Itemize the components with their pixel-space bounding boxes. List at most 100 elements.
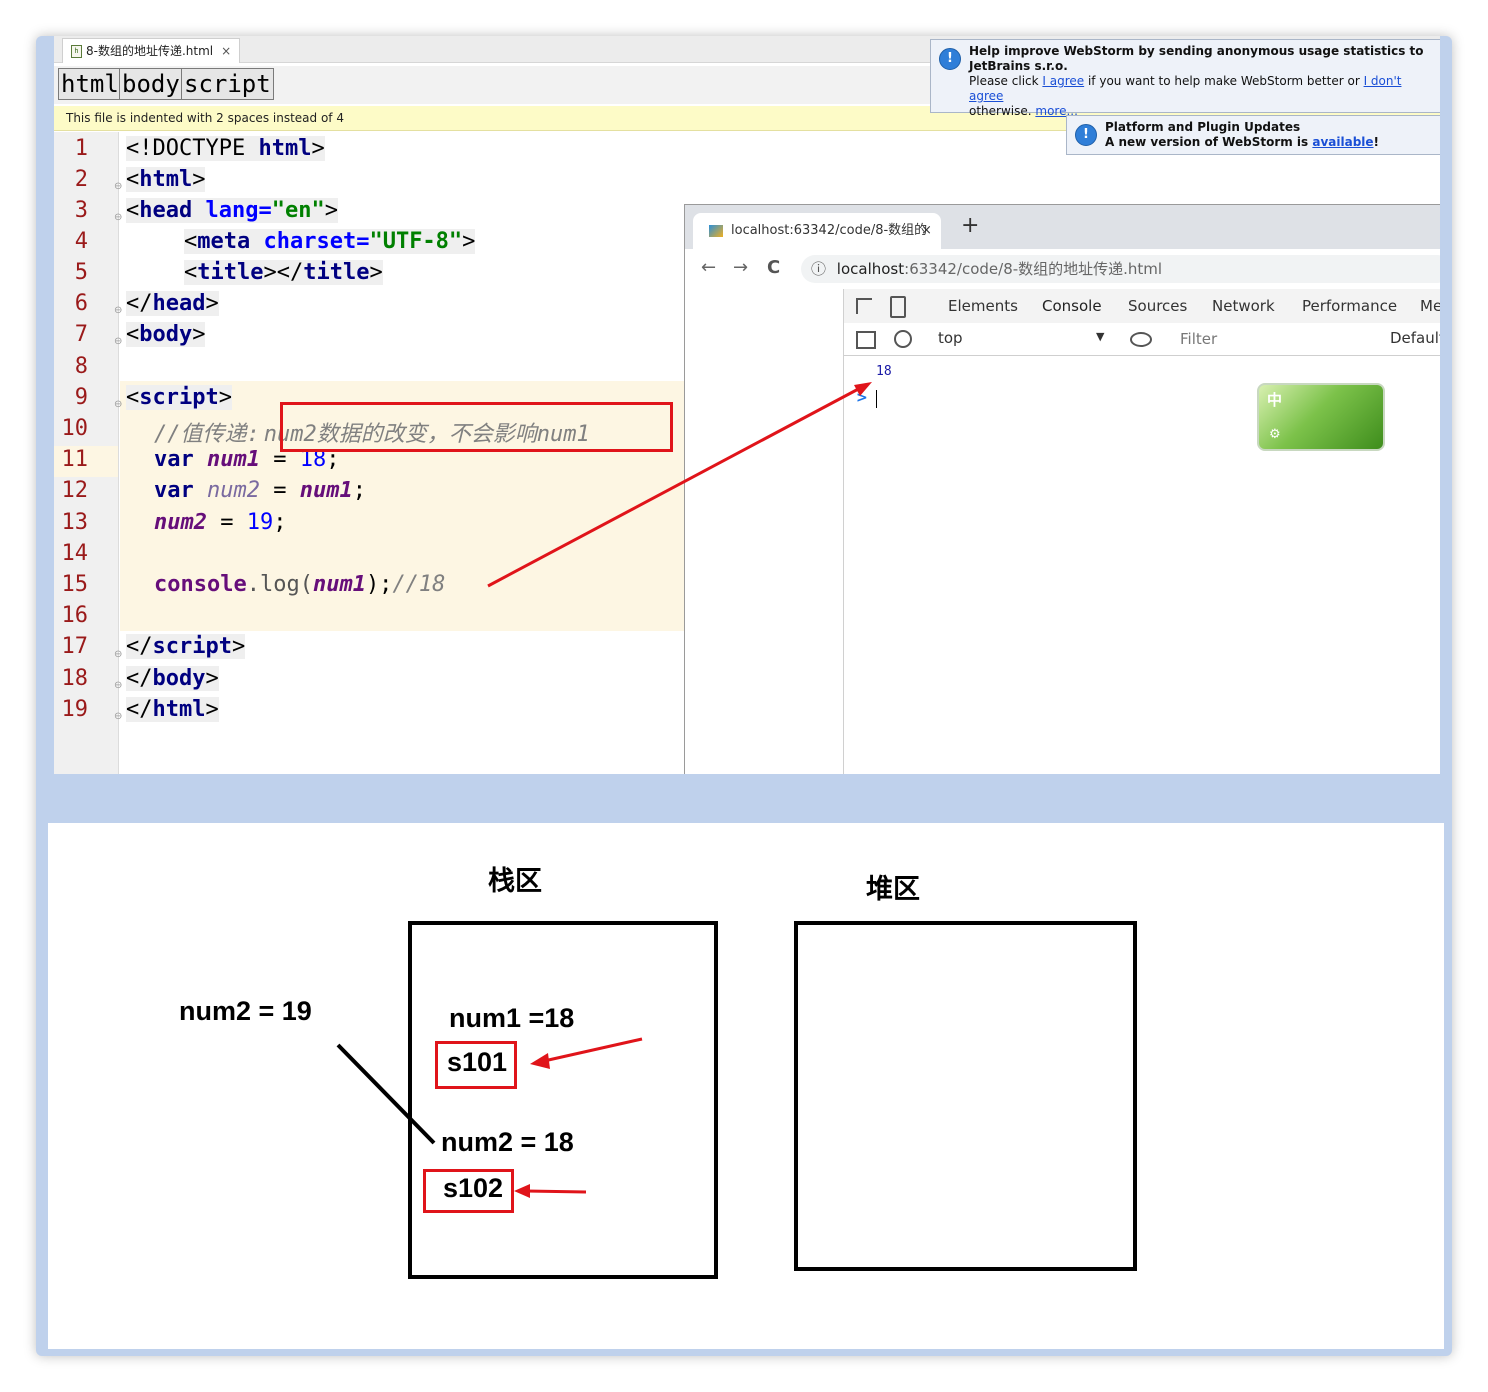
fold-marker-icon[interactable]: ⊖ [114,305,122,316]
indent-notice-text: This file is indented with 2 spaces inst… [66,111,344,125]
address-bar[interactable]: ⓘ localhost:63342/code/8-数组的地址传递.html [801,255,1440,283]
available-link[interactable]: available [1312,135,1373,149]
browser-tab[interactable]: localhost:63342/code/8-数组的 × [693,213,941,249]
agree-link[interactable]: I agree [1042,74,1084,88]
browser-window: localhost:63342/code/8-数组的 × + ← → C ⓘ l… [684,204,1440,774]
editor-file-tab[interactable]: h 8-数组的地址传递.html × [62,38,241,63]
new-tab-button[interactable]: + [961,213,979,238]
breadcrumb-html[interactable]: html [58,68,122,100]
line-number: 18 [61,666,89,691]
sidebar-toggle-icon[interactable] [856,331,876,349]
breadcrumb-script[interactable]: script [181,68,274,100]
fold-marker-icon[interactable]: ⊖ [114,711,122,722]
console-prompt-icon: > [856,390,868,406]
line-number: 6 [74,291,88,316]
close-tab-icon[interactable]: × [921,213,932,249]
console-input[interactable] [876,390,877,408]
url-path: :63342/code/8-数组的地址传递.html [904,260,1163,278]
code-line[interactable]: </body> [126,666,219,691]
chevron-down-icon[interactable]: ▼ [1096,330,1104,343]
console-toolbar: top ▼ Filter Default [844,323,1440,356]
code-line[interactable]: num2 = 19; [154,510,286,535]
forward-arrow-icon[interactable]: → [733,257,748,278]
updates-text: A new version of WebStorm is [1105,135,1313,149]
line-number: 12 [61,478,89,503]
code-line[interactable]: console.log(num1);//18 [154,572,445,597]
inspect-element-icon[interactable] [856,298,872,314]
code-line[interactable]: </head> [126,291,219,316]
line-number: 13 [61,510,89,535]
ide-window: h 8-数组的地址传递.html × html body script This… [54,36,1440,774]
line-number: 14 [61,541,89,566]
reassign-line [336,1043,436,1145]
levels-dropdown[interactable]: Default [1390,329,1440,347]
usage-stats-title: Help improve WebStorm by sending anonymo… [969,44,1424,73]
code-line[interactable]: <meta charset="UTF-8"> [184,229,476,254]
device-toolbar-icon[interactable] [890,296,906,318]
line-number: 7 [74,322,88,347]
console-log-value: 18 [876,364,892,379]
breadcrumb-body[interactable]: body [119,68,183,100]
updates-text: ! [1373,135,1380,149]
fold-marker-icon[interactable]: ⊖ [114,212,122,223]
info-icon[interactable]: ⓘ [811,260,826,278]
clear-console-icon[interactable] [894,330,912,348]
comment-highlight-box [280,402,673,452]
fold-marker-icon[interactable]: ⊖ [114,336,122,347]
address-bar-row: ← → C ⓘ localhost:63342/code/8-数组的地址传递.h… [685,249,1440,290]
code-line[interactable]: <!DOCTYPE html> [126,136,325,161]
window-frame: h 8-数组的地址传递.html × html body script This… [36,36,1452,1356]
usage-stats-notification: ! Help improve WebStorm by sending anony… [930,39,1440,118]
s102-pointer-arrow [525,1189,587,1194]
code-line[interactable]: var num2 = num1; [154,478,366,503]
fold-marker-icon[interactable]: ⊖ [114,399,122,410]
arrowhead-icon [530,1053,550,1069]
code-line[interactable]: </script> [126,634,246,659]
tab-performance[interactable]: Performance [1302,289,1397,323]
fold-marker-icon[interactable]: ⊖ [114,181,122,192]
ime-toolbar[interactable]: 中 ⚙ [1257,383,1385,451]
code-line[interactable]: <title></title> [184,260,383,285]
arrowhead-icon [514,1184,530,1198]
line-number: 3 [74,198,88,223]
usage-stats-text: if you want to help make WebStorm better… [1084,74,1364,88]
file-tab-label: 8-数组的地址传递.html [86,44,214,58]
context-selector[interactable]: top [938,329,963,347]
line-number: 10 [61,416,89,441]
code-line[interactable]: <head lang="en"> [126,198,338,223]
browser-tab-title: localhost:63342/code/8-数组的 [731,223,928,238]
tab-elements[interactable]: Elements [948,289,1018,323]
s101-pointer-arrow [543,1037,643,1063]
eye-icon[interactable] [1130,332,1152,347]
line-number: 1 [74,136,88,161]
code-line[interactable]: </html> [126,697,219,722]
close-tab-icon[interactable]: × [221,39,231,63]
tab-more[interactable]: Me [1420,289,1440,323]
info-icon: ! [939,48,961,70]
updates-notification: ! Platform and Plugin Updates A new vers… [1066,115,1440,155]
html-file-icon: h [71,44,82,58]
gear-icon[interactable]: ⚙ [1269,427,1281,442]
code-line[interactable]: <body> [126,322,206,347]
usage-stats-text: otherwise. [969,104,1036,118]
tab-console[interactable]: Console [1028,289,1116,325]
line-number: 5 [74,260,88,285]
back-arrow-icon[interactable]: ← [701,257,716,278]
line-number: 9 [74,385,88,410]
fold-marker-icon[interactable]: ⊖ [114,649,122,660]
info-icon: ! [1075,124,1097,146]
fold-marker-icon[interactable]: ⊖ [114,680,122,691]
line-number: 2 [74,167,88,192]
reload-icon[interactable]: C [767,257,780,278]
line-number: 11 [61,447,89,472]
browser-tab-bar: localhost:63342/code/8-数组的 × + [685,205,1440,249]
tab-sources[interactable]: Sources [1128,289,1187,323]
filter-input[interactable]: Filter [1180,330,1217,348]
code-line[interactable]: <script> [126,385,232,410]
tab-network[interactable]: Network [1212,289,1275,323]
memory-diagram: 栈区 堆区 num2 = 19 num1 =18 s101 num2 = 18 … [48,823,1444,1349]
webstorm-favicon-icon [709,225,723,237]
page-viewport [685,289,844,774]
updates-title: Platform and Plugin Updates [1105,120,1301,134]
code-line[interactable]: <html> [126,167,206,192]
